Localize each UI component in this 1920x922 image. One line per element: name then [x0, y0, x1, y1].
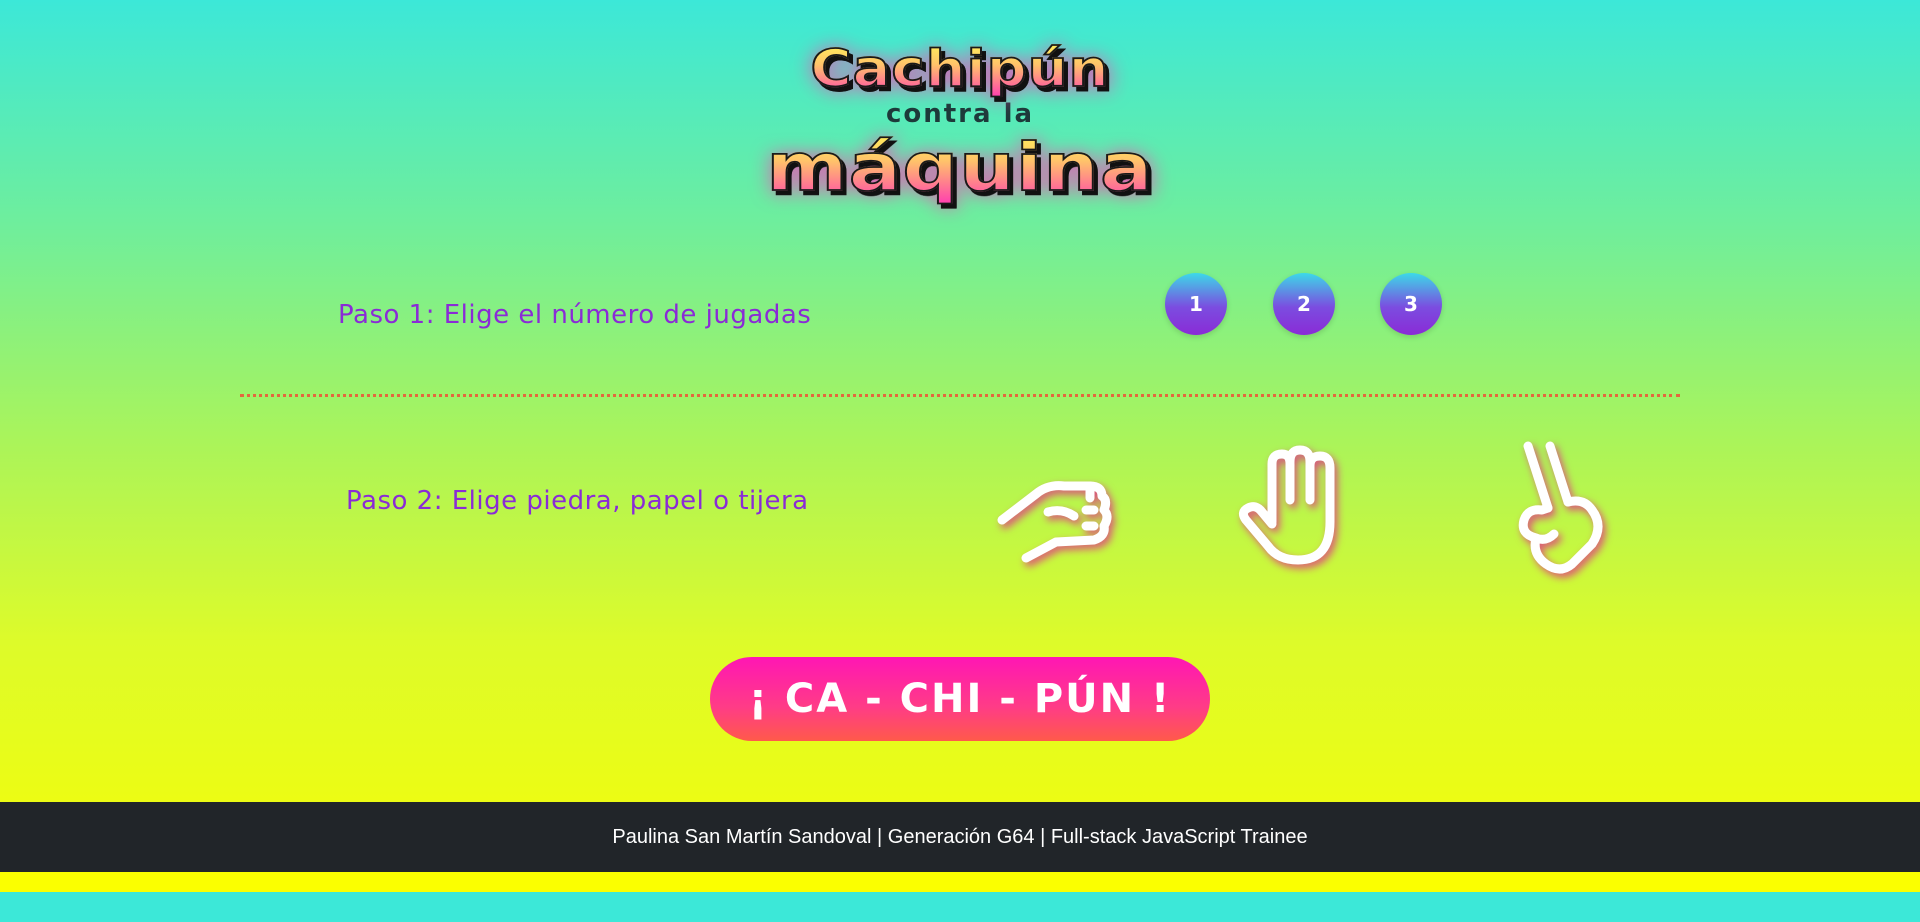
divider — [240, 394, 1680, 397]
title-line-1: Cachipún — [810, 40, 1110, 99]
rock-hand-icon[interactable] — [990, 450, 1120, 569]
footer-cyan-band — [0, 892, 1920, 922]
game-title: Cachipún contra la máquina — [0, 40, 1920, 210]
step-1-label: Paso 1: Elige el número de jugadas — [338, 300, 812, 330]
rounds-button-2[interactable]: 2 — [1273, 273, 1335, 335]
rounds-button-3[interactable]: 3 — [1380, 273, 1442, 335]
title-line-2: contra la — [885, 99, 1035, 129]
step-2-label: Paso 2: Elige piedra, papel o tijera — [346, 486, 809, 516]
title-line-3: máquina — [765, 129, 1154, 207]
play-button[interactable]: ¡ CA - CHI - PÚN ! — [710, 657, 1210, 741]
footer-credits: Paulina San Martín Sandoval | Generación… — [612, 825, 1308, 848]
footer: Paulina San Martín Sandoval | Generación… — [0, 802, 1920, 872]
rounds-button-1[interactable]: 1 — [1165, 273, 1227, 335]
game-stage: Cachipún contra la máquina Paso 1: Elige… — [0, 0, 1920, 802]
paper-hand-icon[interactable] — [1232, 442, 1352, 576]
footer-yellow-band — [0, 872, 1920, 892]
scissors-hand-icon[interactable] — [1494, 438, 1614, 582]
